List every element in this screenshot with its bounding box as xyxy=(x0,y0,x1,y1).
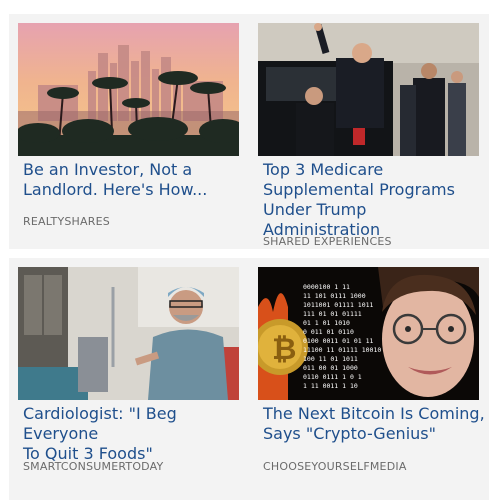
binary-text: 11 101 0111 1000 xyxy=(303,292,366,300)
card-source: CHOOSEYOURSELFMEDIA xyxy=(263,460,407,473)
binary-text: 0 011 01 0110 xyxy=(303,328,354,336)
card-image-motorcade[interactable] xyxy=(258,23,479,156)
card-title[interactable]: Cardiologist: "I Beg Everyone To Quit 3 … xyxy=(23,404,248,464)
ad-card-smartconsumertoday[interactable]: Cardiologist: "I Beg Everyone To Quit 3 … xyxy=(9,258,249,500)
card-image-doctor[interactable] xyxy=(18,267,239,400)
ad-card-shared-experiences[interactable]: Top 3 Medicare Supplemental Programs Und… xyxy=(249,14,489,249)
card-title[interactable]: Top 3 Medicare Supplemental Programs Und… xyxy=(263,160,483,240)
binary-text: 0100 0011 01 01 11 xyxy=(303,337,374,345)
binary-text: 1 11 0011 1 10 xyxy=(303,382,358,390)
binary-text: 011 00 01 1000 xyxy=(303,364,358,372)
card-source: SHARED EXPERIENCES xyxy=(263,235,392,248)
binary-text: 11100 11 01111 10010 xyxy=(303,346,381,354)
binary-text: 0000100 1 11 xyxy=(303,283,350,291)
card-title[interactable]: Be an Investor, Not a Landlord. Here's H… xyxy=(23,160,238,200)
binary-text: 0110 0111 1 0 1 xyxy=(303,373,362,381)
svg-text:₿: ₿ xyxy=(272,332,296,367)
card-image-la-skyline[interactable] xyxy=(18,23,239,156)
card-source: SMARTCONSUMERTODAY xyxy=(23,460,164,473)
card-title[interactable]: The Next Bitcoin Is Coming, Says "Crypto… xyxy=(263,404,488,444)
binary-text: 100 11 01 1011 xyxy=(303,355,358,363)
binary-text: 1011001 01111 1011 xyxy=(303,301,374,309)
ad-card-chooseyourselfmedia[interactable]: ₿ 0000100 1 11 11 101 0111 1000 1011001 … xyxy=(249,258,489,500)
binary-text: 01 1 01 1010 xyxy=(303,319,350,327)
card-source: REALTYSHARES xyxy=(23,215,110,228)
card-image-bitcoin[interactable]: ₿ 0000100 1 11 11 101 0111 1000 1011001 … xyxy=(258,267,479,400)
ad-card-realtyshares[interactable]: Be an Investor, Not a Landlord. Here's H… xyxy=(9,14,249,249)
binary-text: 111 01 01 01111 xyxy=(303,310,362,318)
